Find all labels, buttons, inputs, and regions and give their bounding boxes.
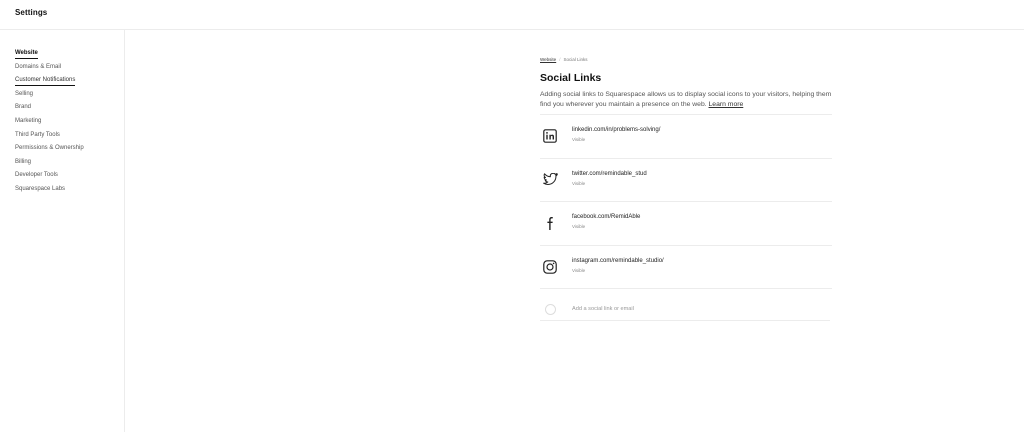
page-title: Social Links: [540, 72, 602, 84]
social-link-url: facebook.com/RemidAble: [572, 214, 641, 220]
breadcrumb-website-link[interactable]: Website: [540, 57, 556, 62]
social-link-url: instagram.com/remindable_studio/: [572, 257, 664, 264]
twitter-icon: [542, 172, 558, 188]
social-links-list: linkedin.com/in/problems-solving/ Visibl…: [540, 114, 832, 321]
learn-more-link[interactable]: Learn more: [709, 101, 744, 108]
visibility-status: Visible: [572, 180, 586, 186]
sidebar-item-domains-email[interactable]: Domains & Email: [15, 62, 84, 76]
social-link-row[interactable]: twitter.com/remindable_stud Visible: [540, 159, 832, 202]
visibility-status: Visible: [572, 224, 586, 229]
sidebar-item-developer-tools[interactable]: Developer Tools: [15, 170, 84, 184]
page-header-title: Settings: [15, 8, 48, 17]
linkedin-icon: [542, 128, 558, 144]
breadcrumb: Website / Social Links: [540, 56, 832, 64]
sidebar-item-third-party-tools[interactable]: Third Party Tools: [15, 130, 84, 144]
social-links-panel: Website / Social Links Social Links Adding…: [540, 56, 832, 321]
sidebar-item-customer-notifications[interactable]: Customer Notifications: [15, 75, 84, 89]
page-description: Adding social links to Squarespace allow…: [540, 90, 832, 109]
add-social-link-placeholder: Add a social link or email: [572, 306, 634, 312]
visibility-status: Visible: [572, 267, 586, 273]
social-link-url: twitter.com/remindable_stud: [572, 170, 647, 177]
social-link-row[interactable]: instagram.com/remindable_studio/ Visible: [540, 246, 832, 289]
sidebar-item-marketing[interactable]: Marketing: [15, 116, 84, 130]
settings-sidebar: Website Domains & Email Customer Notific…: [0, 30, 125, 432]
sidebar-item-billing[interactable]: Billing: [15, 157, 84, 171]
breadcrumb-current: Social Links: [563, 57, 588, 62]
top-bar: Settings: [0, 0, 1024, 30]
sidebar-item-squarespace-labs[interactable]: Squarespace Labs: [15, 184, 84, 198]
add-social-link-row[interactable]: Add a social link or email: [540, 289, 830, 321]
description-text: Adding social links to Squarespace allow…: [540, 91, 832, 108]
visibility-status: Visible: [572, 137, 586, 142]
add-circle-icon: [545, 304, 556, 315]
social-link-row[interactable]: linkedin.com/in/problems-solving/ Visibl…: [540, 115, 832, 159]
sidebar-item-brand[interactable]: Brand: [15, 102, 84, 116]
settings-nav: Website Domains & Email Customer Notific…: [15, 48, 84, 198]
sidebar-item-website[interactable]: Website: [15, 48, 84, 62]
social-link-row[interactable]: facebook.com/RemidAble Visible: [540, 202, 832, 246]
instagram-icon: [542, 259, 558, 275]
facebook-icon: [542, 215, 558, 231]
breadcrumb-separator: /: [559, 57, 561, 62]
sidebar-item-permissions-ownership[interactable]: Permissions & Ownership: [15, 143, 84, 157]
sidebar-item-selling[interactable]: Selling: [15, 89, 84, 103]
social-link-url: linkedin.com/in/problems-solving/: [572, 127, 661, 133]
